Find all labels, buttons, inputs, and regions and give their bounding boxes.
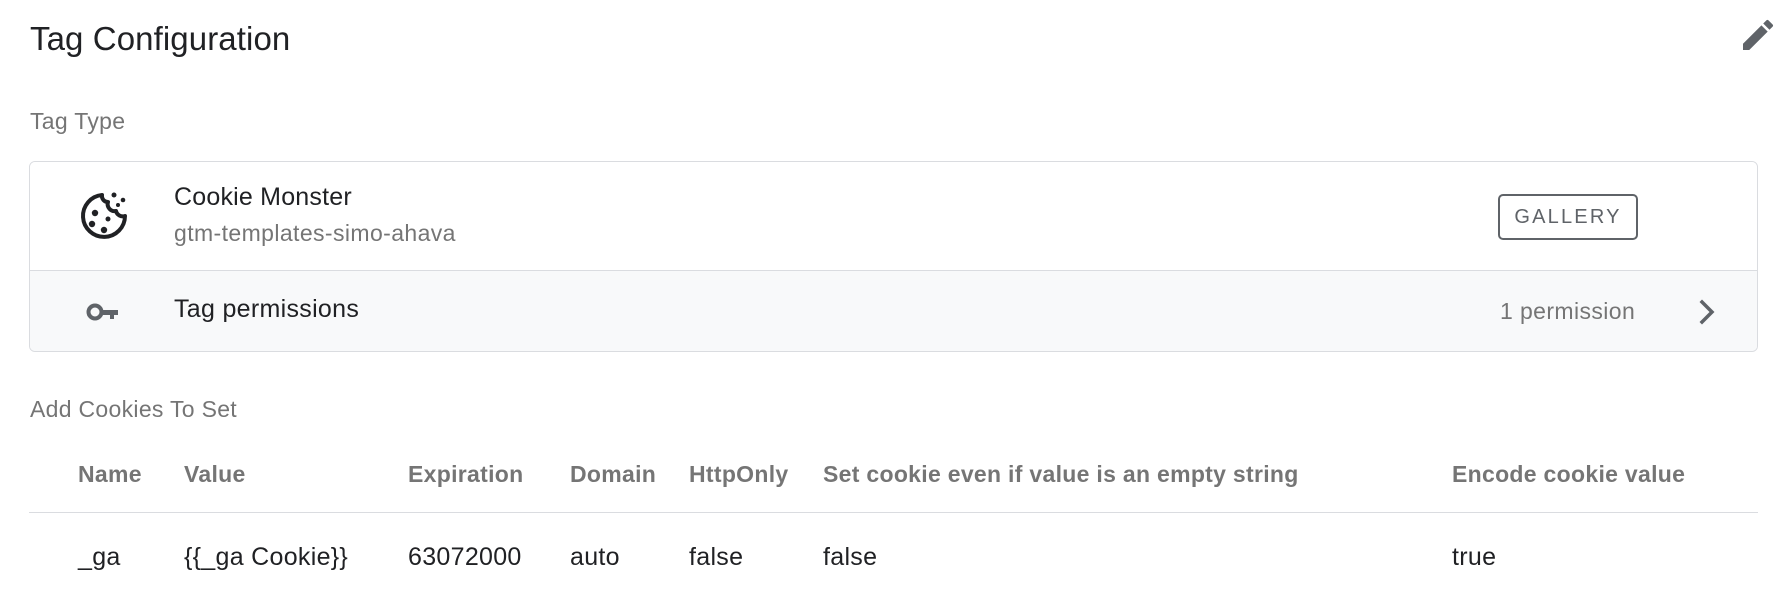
template-source: gtm-templates-simo-ahava — [174, 220, 456, 246]
column-header-httponly: HttpOnly — [689, 461, 789, 487]
tag-type-label: Tag Type — [30, 108, 126, 134]
column-header-value: Value — [184, 461, 246, 487]
add-cookies-label: Add Cookies To Set — [30, 396, 237, 422]
column-header-domain: Domain — [570, 461, 657, 487]
column-header-name: Name — [78, 461, 142, 487]
table-divider — [29, 512, 1758, 513]
key-icon — [86, 303, 118, 321]
cell-name: _ga — [78, 543, 121, 571]
chevron-right-icon — [1699, 299, 1715, 325]
column-header-expiration: Expiration — [408, 461, 524, 487]
cookie-icon — [81, 192, 127, 239]
tag-type-card: Cookie Monster gtm-templates-simo-ahava … — [29, 161, 1758, 352]
cell-value: {{_ga Cookie}} — [184, 543, 349, 571]
cell-encode: true — [1452, 543, 1497, 571]
template-name: Cookie Monster — [174, 183, 352, 211]
permission-count: 1 permission — [1500, 298, 1636, 324]
column-header-encode: Encode cookie value — [1452, 461, 1686, 487]
template-row: Cookie Monster gtm-templates-simo-ahava … — [30, 162, 1757, 271]
cell-set-empty: false — [823, 543, 878, 571]
cell-domain: auto — [570, 543, 620, 571]
tag-permissions-row[interactable]: Tag permissions 1 permission — [30, 271, 1757, 351]
pencil-icon — [1743, 19, 1774, 50]
page-title: Tag Configuration — [30, 20, 291, 57]
column-header-set-empty: Set cookie even if value is an empty str… — [823, 461, 1299, 487]
tag-permissions-label: Tag permissions — [174, 295, 360, 323]
cell-httponly: false — [689, 543, 744, 571]
gallery-button[interactable]: GALLERY — [1498, 194, 1638, 240]
cell-expiration: 63072000 — [408, 543, 522, 571]
edit-button[interactable] — [1736, 13, 1780, 57]
